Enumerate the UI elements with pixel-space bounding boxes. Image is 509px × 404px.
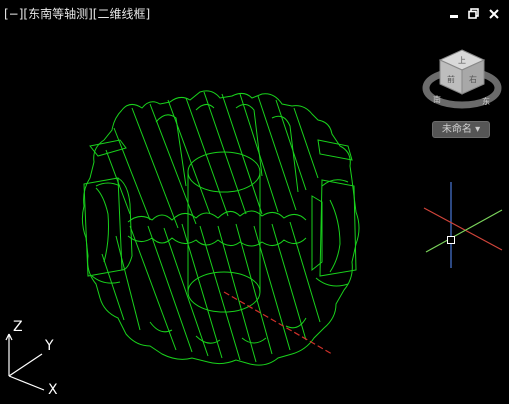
viewcube-top-label: 上: [458, 56, 466, 65]
viewcube-right-label: 右: [469, 74, 477, 84]
ucs-z-label: Z: [13, 319, 23, 335]
viewcube-front-label: 前: [447, 74, 455, 84]
ucs-x-label: X: [48, 382, 58, 398]
compass-east-label: 东: [482, 96, 490, 106]
ucs-gizmo[interactable]: [420, 180, 505, 270]
ucs-y-label: Y: [44, 338, 54, 354]
x-axis-line: [223, 291, 333, 355]
gizmo-origin[interactable]: [447, 236, 455, 244]
gizmo-y-axis: [425, 209, 503, 253]
gizmo-x-axis: [423, 207, 503, 251]
ucs-axes: [5, 333, 45, 391]
ucs-icon[interactable]: Z Y X: [0, 310, 80, 404]
gear-model-edges: [81, 90, 360, 366]
compass-south-label: 南: [433, 94, 441, 104]
viewcube[interactable]: 上 前 右 南 东: [422, 44, 502, 114]
drawing-viewport[interactable]: [−][东南等轴测][二维线框] 上 前 右 南 东 未命名 ▾ Z Y X: [0, 0, 509, 404]
named-view-dropdown[interactable]: 未命名 ▾: [432, 121, 490, 138]
